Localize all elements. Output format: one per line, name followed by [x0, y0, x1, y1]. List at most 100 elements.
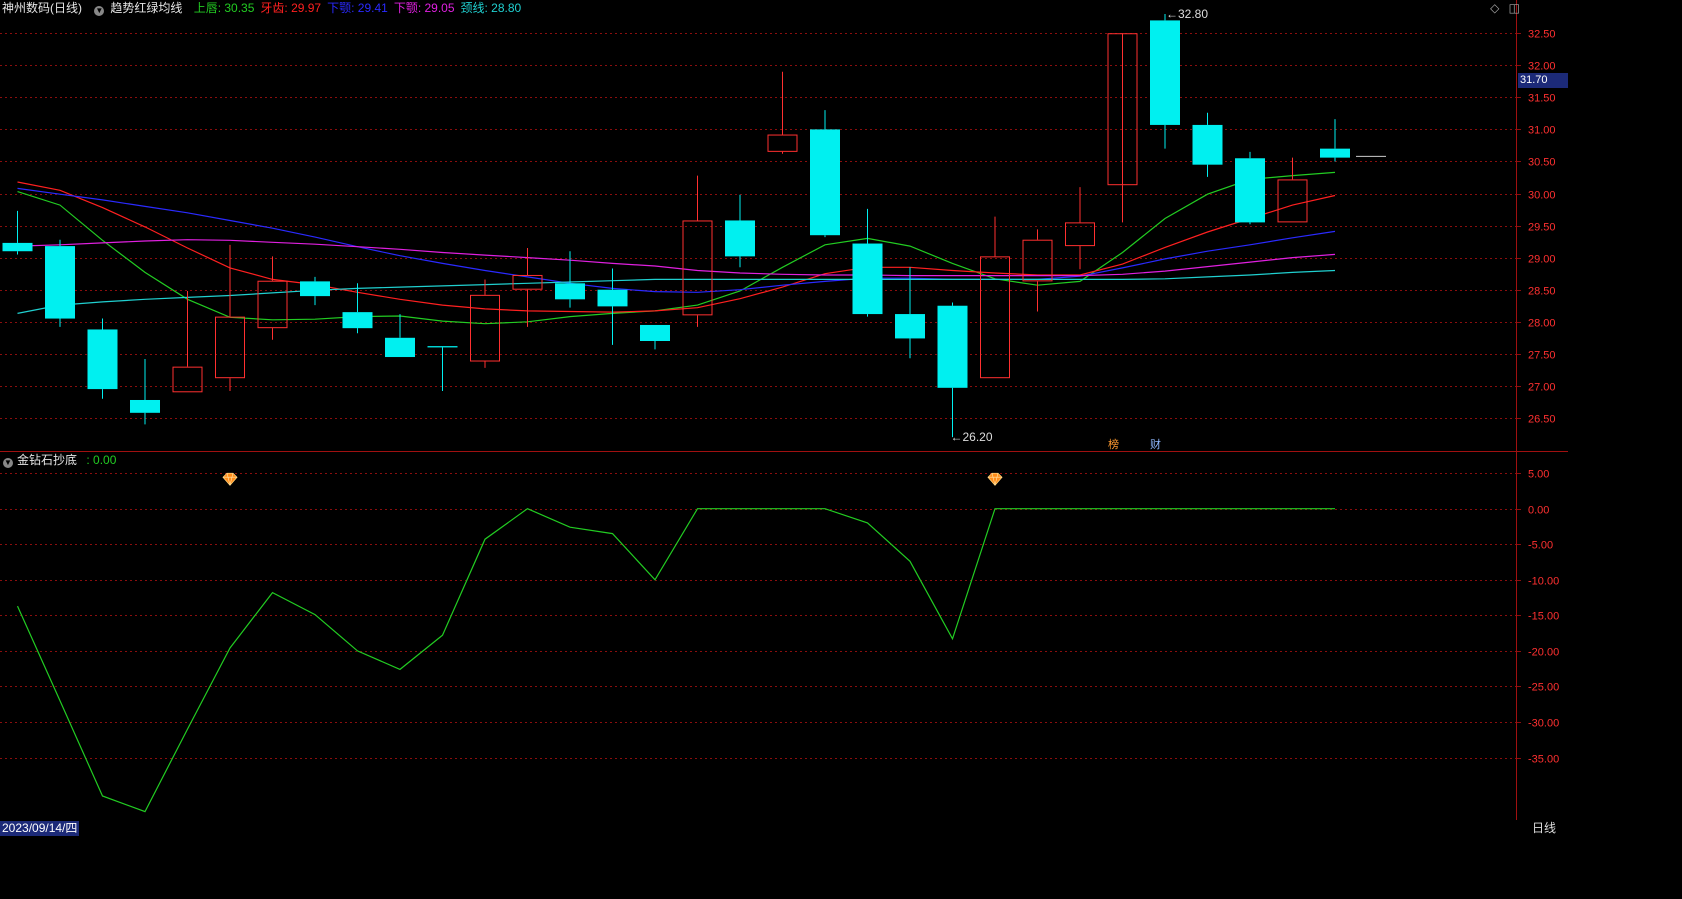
period-selector[interactable]: 日线 [1532, 821, 1556, 836]
candle-body [1235, 158, 1265, 223]
candle-body [2, 242, 33, 252]
candle-15[interactable] [640, 324, 670, 350]
osc-tick-label-7: -30.00 [1528, 718, 1559, 730]
candle-16[interactable] [682, 175, 713, 327]
marker-cai[interactable]: 财 [1150, 439, 1161, 452]
price-tick-label-5: 29.00 [1528, 254, 1556, 266]
candle-body [725, 220, 755, 257]
candle-body [895, 314, 925, 339]
candlesticks[interactable] [2, 14, 1387, 438]
sub-grid [0, 473, 1516, 759]
price-tick-label-12: 32.50 [1528, 29, 1556, 41]
sub-indicator-toggle-icon[interactable]: ▼ [3, 458, 13, 468]
candle-28[interactable] [1192, 112, 1223, 177]
indicator-value-1: 牙齿: 29.97 [260, 1, 322, 15]
candle-body [427, 346, 458, 348]
candle-29[interactable] [1235, 151, 1265, 225]
marker-bang[interactable]: 榜 [1108, 439, 1119, 452]
candle-0[interactable] [2, 210, 33, 255]
indicator-value-3: 下颚: 29.05 [393, 1, 455, 15]
candle-21[interactable] [895, 267, 925, 359]
top-right-tools: ◇ ◫ [1484, 1, 1520, 15]
osc-tick-label-1: 0.00 [1528, 505, 1549, 517]
candle-2[interactable] [87, 318, 118, 399]
candle-17[interactable] [725, 194, 755, 268]
candle-body [512, 274, 543, 290]
ma-line-1 [17, 181, 1336, 313]
window-icon[interactable]: ◫ [1509, 1, 1520, 15]
candle-10[interactable] [427, 346, 458, 392]
indicator-value-2: 下颚: 29.41 [327, 1, 388, 15]
oscillator-polyline [16, 508, 1335, 813]
low-price-label: ←26.20 [951, 430, 993, 444]
candle-body [555, 283, 585, 300]
candle-body [810, 129, 840, 236]
price-tick-label-4: 28.50 [1528, 286, 1556, 298]
candle-31[interactable] [1320, 119, 1350, 162]
osc-tick-label-3: -10.00 [1528, 576, 1559, 588]
candle-7[interactable] [300, 276, 330, 306]
price-tick-label-1: 27.00 [1528, 382, 1556, 394]
indicator-toggle-icon[interactable]: ▼ [94, 6, 105, 16]
high-price-label: ←32.80 [1166, 7, 1208, 21]
moving-average-lines [17, 171, 1336, 325]
candle-23[interactable] [980, 216, 1010, 379]
oscillator-line [16, 472, 1335, 813]
osc-tick-label-8: -35.00 [1528, 754, 1559, 766]
candle-6[interactable] [257, 256, 288, 340]
time-axis-bar [0, 820, 1568, 838]
price-tick-label-8: 30.50 [1528, 157, 1556, 169]
candle-body [852, 243, 883, 315]
candle-body [597, 289, 628, 307]
candle-body [767, 134, 798, 152]
indicator-value-4: 颈线: 28.80 [460, 1, 522, 15]
candle-22[interactable] [937, 302, 968, 438]
oscillator-axis: 5.00 0.00 -5.00 -10.00 -15.00 -20.00 -25.00 -30… [1516, 469, 1559, 766]
sub-indicator-name[interactable]: 金钻石抄底 [17, 453, 77, 467]
candle-body [215, 316, 245, 379]
candle-body [172, 366, 203, 393]
chart-canvas[interactable]: 26.50 27.00 27.50 28.00 28.50 29.00 29.50 30.00… [0, 0, 1568, 838]
price-tick-label-7: 30.00 [1528, 190, 1556, 202]
candle-4[interactable] [172, 290, 203, 393]
candle-1[interactable] [45, 239, 75, 327]
candle-body [45, 246, 75, 319]
candle-18[interactable] [767, 71, 798, 154]
diamond-shape [987, 472, 1003, 486]
candle-body [257, 280, 288, 329]
candle-3[interactable] [130, 358, 160, 425]
candle-26[interactable] [1107, 33, 1138, 223]
osc-tick-label-0: 5.00 [1528, 469, 1549, 481]
indicator-value-0: 上唇: 30.35 [193, 1, 255, 15]
price-tick-label-10: 31.50 [1528, 93, 1556, 105]
price-tick-label-3: 28.00 [1528, 318, 1556, 330]
candle-body [1150, 20, 1180, 125]
ma-line-0 [17, 171, 1336, 325]
candle-24[interactable] [1022, 229, 1053, 312]
price-axis: 26.50 27.00 27.50 28.00 28.50 29.00 29.50 30.00… [1516, 29, 1556, 426]
price-tick-label-9: 31.00 [1528, 125, 1556, 137]
indicator-name[interactable]: 趋势红绿均线 [110, 1, 182, 15]
price-tick-label-0: 26.50 [1528, 414, 1556, 426]
candle-27[interactable] [1150, 14, 1180, 149]
candle-body [1320, 148, 1350, 158]
candle-30[interactable] [1277, 157, 1308, 223]
candle-9[interactable] [385, 314, 415, 358]
diamond-shape [222, 472, 238, 486]
diamond-icon[interactable]: ◇ [1490, 1, 1499, 15]
candle-body [342, 312, 373, 329]
current-price-tag: 31.70 [1518, 73, 1568, 88]
sub-indicator-value: : 0.00 [86, 453, 117, 467]
osc-tick-label-5: -20.00 [1528, 647, 1559, 659]
candle-body [130, 399, 160, 413]
candle-body [87, 329, 118, 390]
candle-25[interactable] [1065, 187, 1095, 270]
sub-header: ▼ 金钻石抄底 : 0.00 [0, 452, 116, 468]
main-grid [0, 33, 1516, 419]
stock-name[interactable]: 神州数码(日线) [2, 1, 82, 15]
candle-body [385, 337, 415, 358]
indicator-values: 上唇: 30.35 牙齿: 29.97 下颚: 29.41 下颚: 29.05 颈线: … [194, 1, 528, 15]
candle-20[interactable] [852, 208, 883, 317]
candle-body [682, 220, 713, 316]
candle-12[interactable] [512, 248, 543, 327]
